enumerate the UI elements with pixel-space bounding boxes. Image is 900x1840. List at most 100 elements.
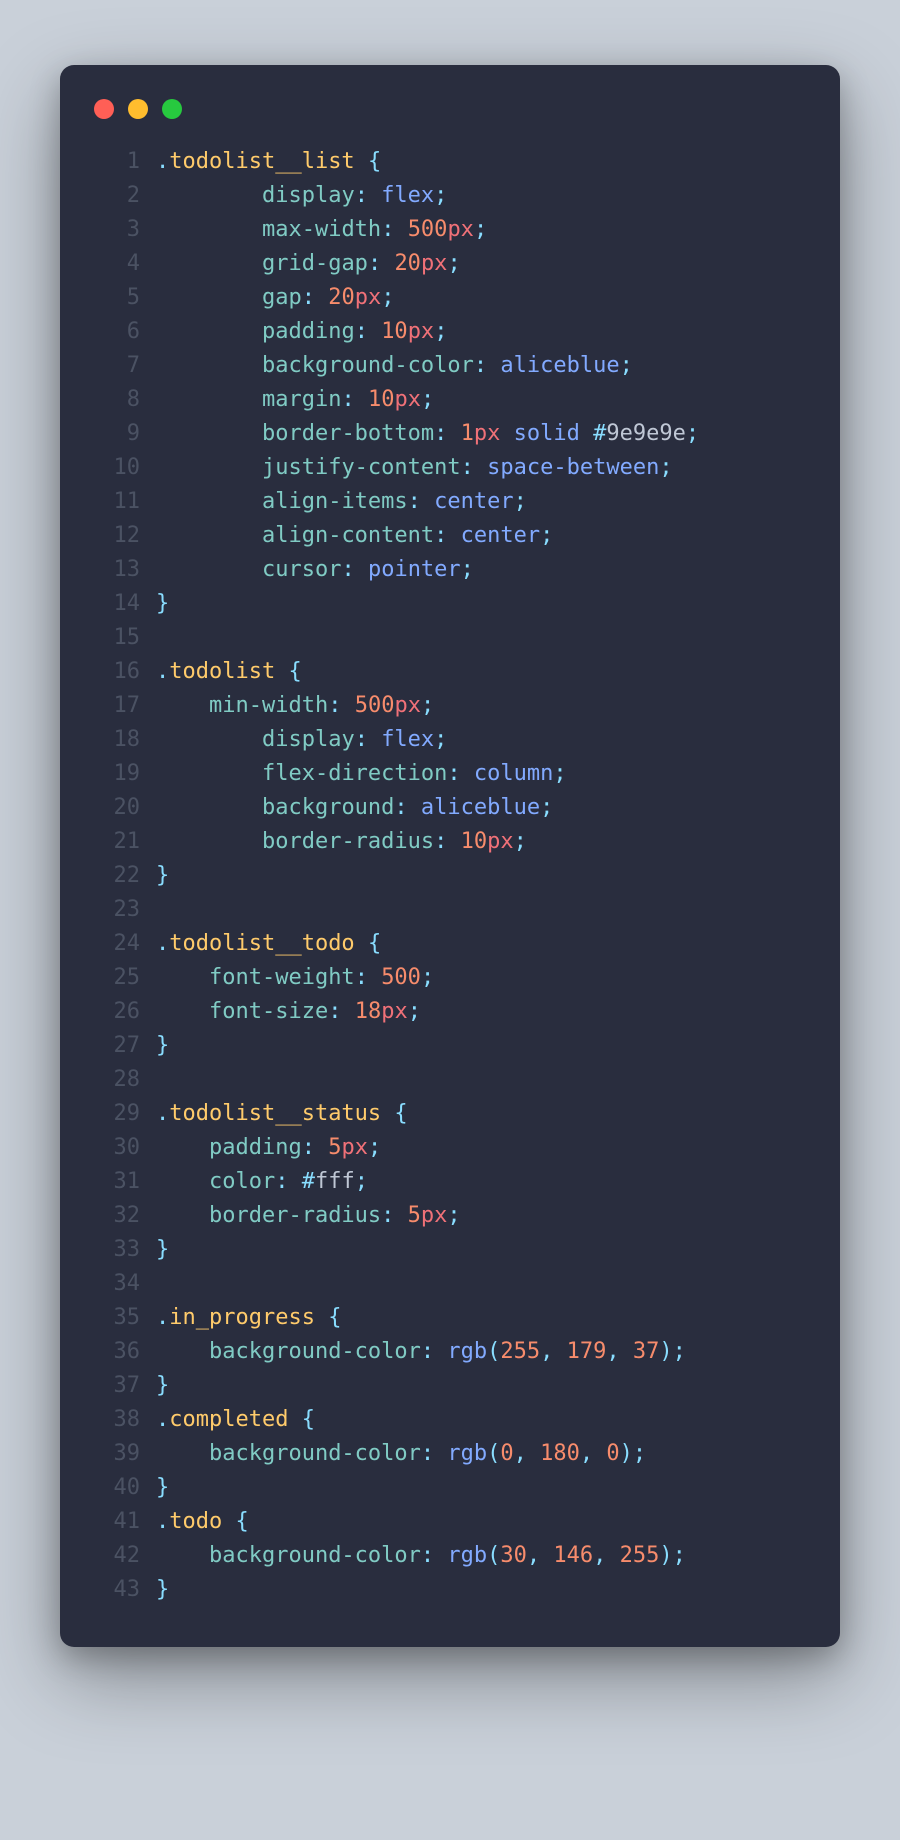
close-icon[interactable] (94, 99, 114, 119)
token-ws (288, 1169, 301, 1194)
token-punct: ( (487, 1339, 500, 1364)
code-line[interactable]: padding: 5px; (156, 1131, 808, 1165)
code-line[interactable]: font-weight: 500; (156, 961, 808, 995)
code-line[interactable]: justify-content: space-between; (156, 451, 808, 485)
code-line[interactable]: padding: 10px; (156, 315, 808, 349)
token-punct: : (328, 693, 341, 718)
code-line[interactable]: background-color: rgb(30, 146, 255); (156, 1539, 808, 1573)
code-editor[interactable]: 1.todolist__list {2 display: flex;3 max-… (92, 145, 808, 1607)
token-punct: : (447, 761, 460, 786)
token-punct: ; (421, 965, 434, 990)
code-line[interactable]: display: flex; (156, 723, 808, 757)
token-func: rgb (447, 1441, 487, 1466)
token-func: rgb (447, 1339, 487, 1364)
code-line[interactable] (156, 1063, 808, 1097)
token-unit: px (355, 285, 382, 310)
code-line[interactable]: .in_progress { (156, 1301, 808, 1335)
code-line[interactable]: } (156, 1369, 808, 1403)
code-line[interactable]: max-width: 500px; (156, 213, 808, 247)
token-punct: : (275, 1169, 288, 1194)
token-punct: ; (659, 455, 672, 480)
code-line[interactable]: align-content: center; (156, 519, 808, 553)
code-line[interactable]: gap: 20px; (156, 281, 808, 315)
code-line[interactable]: } (156, 1573, 808, 1607)
token-punct: ; (633, 1441, 646, 1466)
code-line[interactable]: } (156, 1029, 808, 1063)
code-line[interactable]: margin: 10px; (156, 383, 808, 417)
line-number: 7 (92, 349, 140, 383)
line-number: 14 (92, 587, 140, 621)
code-line[interactable]: background-color: aliceblue; (156, 349, 808, 383)
line-number: 5 (92, 281, 140, 315)
token-unit: px (474, 421, 501, 446)
token-punct: ; (447, 1203, 460, 1228)
code-line[interactable]: min-width: 500px; (156, 689, 808, 723)
token-num: 20 (394, 251, 421, 276)
token-punct: } (156, 863, 169, 888)
code-line[interactable]: .todo { (156, 1505, 808, 1539)
code-line[interactable]: border-radius: 5px; (156, 1199, 808, 1233)
token-num: 0 (500, 1441, 513, 1466)
line-number: 2 (92, 179, 140, 213)
code-line[interactable]: cursor: pointer; (156, 553, 808, 587)
code-line[interactable]: .todolist__list { (156, 145, 808, 179)
token-prop: flex-direction (262, 761, 447, 786)
token-selector: todolist__list (169, 149, 354, 174)
line-number: 39 (92, 1437, 140, 1471)
code-line[interactable]: grid-gap: 20px; (156, 247, 808, 281)
token-punct: ; (434, 183, 447, 208)
token-prop: margin (262, 387, 341, 412)
token-num: 500 (408, 217, 448, 242)
code-line[interactable]: border-bottom: 1px solid #9e9e9e; (156, 417, 808, 451)
code-line[interactable]: font-size: 18px; (156, 995, 808, 1029)
token-prop: display (262, 183, 355, 208)
line-number: 33 (92, 1233, 140, 1267)
code-line[interactable]: } (156, 587, 808, 621)
token-punct: : (302, 285, 315, 310)
code-line[interactable]: align-items: center; (156, 485, 808, 519)
line-number: 21 (92, 825, 140, 859)
token-punct: : (341, 387, 354, 412)
code-line[interactable]: } (156, 1471, 808, 1505)
code-line[interactable]: .todolist__status { (156, 1097, 808, 1131)
code-line[interactable]: display: flex; (156, 179, 808, 213)
token-prop: grid-gap (262, 251, 368, 276)
minimize-icon[interactable] (128, 99, 148, 119)
code-line[interactable] (156, 621, 808, 655)
token-punct: : (434, 421, 447, 446)
code-line[interactable] (156, 1267, 808, 1301)
token-ws (275, 659, 288, 684)
code-line[interactable]: .todolist__todo { (156, 927, 808, 961)
code-line[interactable]: color: #fff; (156, 1165, 808, 1199)
line-number: 29 (92, 1097, 140, 1131)
token-punct: ( (487, 1441, 500, 1466)
token-prop: font-size (209, 999, 328, 1024)
token-ws (408, 795, 421, 820)
token-punct: ; (540, 523, 553, 548)
token-hash: # (593, 421, 606, 446)
token-func: rgb (447, 1543, 487, 1568)
token-ws (434, 1441, 447, 1466)
code-line[interactable]: } (156, 859, 808, 893)
code-line[interactable]: .completed { (156, 1403, 808, 1437)
code-line[interactable]: background: aliceblue; (156, 791, 808, 825)
code-line[interactable]: border-radius: 10px; (156, 825, 808, 859)
line-number: 26 (92, 995, 140, 1029)
token-punct: ; (421, 387, 434, 412)
token-punct: : (461, 455, 474, 480)
code-line[interactable]: } (156, 1233, 808, 1267)
token-punct: . (156, 149, 169, 174)
token-value: pointer (368, 557, 461, 582)
token-punct: { (368, 149, 381, 174)
code-line[interactable]: flex-direction: column; (156, 757, 808, 791)
token-ws (368, 183, 381, 208)
zoom-icon[interactable] (162, 99, 182, 119)
code-line[interactable] (156, 893, 808, 927)
code-line[interactable]: background-color: rgb(255, 179, 37); (156, 1335, 808, 1369)
token-punct: } (156, 591, 169, 616)
code-line[interactable]: background-color: rgb(0, 180, 0); (156, 1437, 808, 1471)
code-line[interactable]: .todolist { (156, 655, 808, 689)
line-number: 15 (92, 621, 140, 655)
token-punct: : (355, 727, 368, 752)
token-num: 146 (553, 1543, 593, 1568)
